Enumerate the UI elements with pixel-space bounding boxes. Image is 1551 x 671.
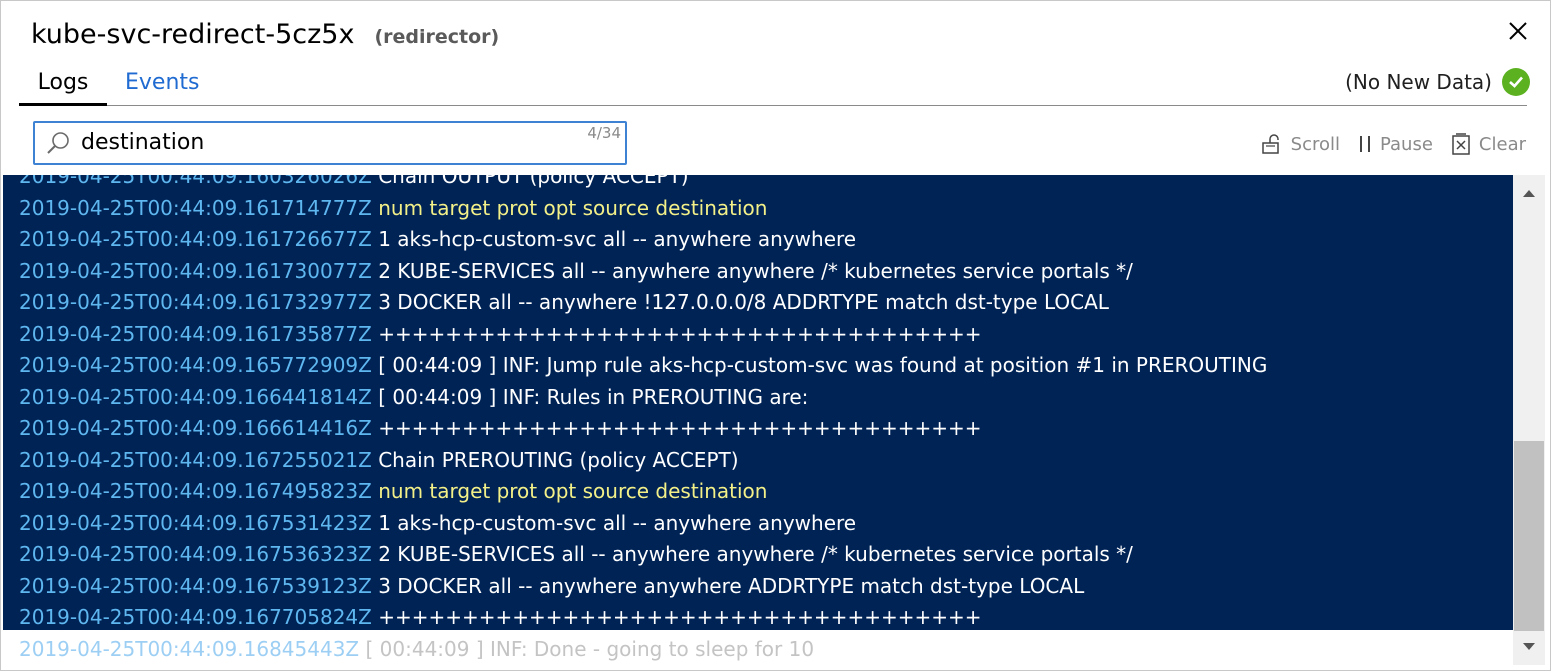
log-line: 2019-04-25T00:44:09.167255021Z Chain PRE…: [19, 445, 1267, 477]
log-timestamp: 2019-04-25T00:44:09.167705824Z: [19, 605, 372, 629]
scroll-up-button[interactable]: [1513, 183, 1545, 203]
log-timestamp: 2019-04-25T00:44:09.167255021Z: [19, 447, 372, 472]
log-message: 2 KUBE-SERVICES all -- anywhere anywhere…: [378, 542, 1133, 566]
log-line: 2019-04-25T00:44:09.167705824Z +++++++++…: [19, 602, 1267, 630]
arrow-down-icon: [1523, 643, 1535, 650]
log-message: [ 00:44:09 ] INF: Rules in PREROUTING ar…: [378, 384, 809, 409]
clear-label: Clear: [1478, 133, 1526, 155]
log-timestamp: 2019-04-25T00:44:09.16845443Z: [19, 637, 360, 661]
log-lines: 2019-04-25T00:44:09.160326026Z Chain OUT…: [19, 175, 1267, 630]
log-timestamp: 2019-04-25T00:44:09.166614416Z: [19, 416, 372, 440]
clear-icon: [1452, 133, 1470, 155]
log-message: Chain OUTPUT (policy ACCEPT): [378, 175, 689, 188]
log-line: 2019-04-25T00:44:09.161726677Z 1 aks-hcp…: [19, 224, 1267, 256]
log-message: Chain PREROUTING (policy ACCEPT): [378, 447, 739, 472]
log-timestamp: 2019-04-25T00:44:09.161730077Z: [19, 258, 372, 283]
search-box: 4/34: [33, 121, 627, 165]
log-timestamp: 2019-04-25T00:44:09.166441814Z: [19, 384, 372, 409]
clear-button[interactable]: Clear: [1451, 132, 1526, 156]
tab-logs[interactable]: Logs: [19, 67, 107, 106]
unlock-icon: [1261, 134, 1279, 154]
log-message: 2 KUBE-SERVICES all -- anywhere anywhere…: [378, 258, 1133, 283]
scroll-down-button[interactable]: [1513, 637, 1545, 657]
log-viewer-window: kube-svc-redirect-5cz5x (redirector) Log…: [0, 0, 1551, 671]
log-line: 2019-04-25T00:44:09.161732977Z 3 DOCKER …: [19, 287, 1267, 319]
log-timestamp: 2019-04-25T00:44:09.167531423Z: [19, 510, 372, 535]
check-circle-icon: [1502, 68, 1530, 96]
log-message: [ 00:44:09 ] INF: Done - going to sleep …: [365, 637, 815, 661]
log-message: 1 aks-hcp-custom-svc all -- anywhere any…: [378, 510, 857, 535]
log-message: ++++++++++++++++++++++++++++++++++++: [378, 321, 982, 346]
log-line-partial: 2019-04-25T00:44:09.16845443Z [ 00:44:09…: [19, 634, 814, 665]
log-line: 2019-04-25T00:44:09.160326026Z Chain OUT…: [19, 175, 1267, 193]
log-line: 2019-04-25T00:44:09.167495823Z num targe…: [19, 476, 1267, 508]
scroll-label: Scroll: [1290, 133, 1340, 155]
log-message: ++++++++++++++++++++++++++++++++++++: [378, 416, 982, 440]
log-message-match: num target prot opt source destination: [378, 195, 768, 220]
window-title: kube-svc-redirect-5cz5x: [31, 19, 355, 50]
search-icon: [47, 132, 69, 154]
log-line: 2019-04-25T00:44:09.165772909Z [ 00:44:0…: [19, 350, 1267, 382]
log-message: 3 DOCKER all -- anywhere !127.0.0.0/8 AD…: [378, 290, 1109, 314]
log-message: [ 00:44:09 ] INF: Jump rule aks-hcp-cust…: [378, 353, 1268, 377]
log-line: 2019-04-25T00:44:09.166614416Z +++++++++…: [19, 413, 1267, 445]
log-timestamp: 2019-04-25T00:44:09.167495823Z: [19, 479, 372, 503]
log-output[interactable]: 2019-04-25T00:44:09.160326026Z Chain OUT…: [3, 175, 1513, 630]
close-icon: [1509, 22, 1527, 40]
arrow-up-icon: [1523, 190, 1535, 197]
title-row: kube-svc-redirect-5cz5x (redirector): [31, 19, 499, 59]
log-scrollbar[interactable]: [1513, 175, 1545, 665]
log-message: ++++++++++++++++++++++++++++++++++++: [378, 605, 982, 629]
scroll-lock-button[interactable]: Scroll: [1261, 133, 1340, 155]
log-toolbar: Scroll Pause Clear: [1261, 129, 1526, 159]
log-timestamp: 2019-04-25T00:44:09.167536323Z: [19, 542, 372, 566]
pause-button[interactable]: Pause: [1358, 134, 1433, 155]
pause-label: Pause: [1379, 133, 1433, 155]
log-timestamp: 2019-04-25T00:44:09.161714777Z: [19, 195, 372, 220]
log-line: 2019-04-25T00:44:09.161730077Z 2 KUBE-SE…: [19, 256, 1267, 288]
log-message: 1 aks-hcp-custom-svc all -- anywhere any…: [378, 227, 857, 251]
log-timestamp: 2019-04-25T00:44:09.160326026Z: [19, 175, 372, 188]
log-timestamp: 2019-04-25T00:44:09.167539123Z: [19, 573, 372, 598]
log-line: 2019-04-25T00:44:09.167539123Z 3 DOCKER …: [19, 571, 1267, 603]
log-timestamp: 2019-04-25T00:44:09.165772909Z: [19, 353, 372, 377]
match-count: 4/34: [587, 124, 621, 142]
log-message: 3 DOCKER all -- anywhere anywhere ADDRTY…: [378, 573, 1085, 598]
window-subtitle: (redirector): [374, 26, 500, 48]
log-message-match: num target prot opt source destination: [378, 479, 768, 503]
scroll-thumb[interactable]: [1514, 441, 1544, 631]
close-button[interactable]: [1506, 19, 1530, 43]
log-timestamp: 2019-04-25T00:44:09.161726677Z: [19, 227, 372, 251]
log-line: 2019-04-25T00:44:09.167531423Z 1 aks-hcp…: [19, 508, 1267, 540]
tab-bar: Logs Events: [19, 67, 1527, 106]
log-timestamp: 2019-04-25T00:44:09.161732977Z: [19, 290, 372, 314]
log-line: 2019-04-25T00:44:09.161714777Z num targe…: [19, 193, 1267, 225]
data-status: (No New Data): [1345, 67, 1530, 97]
log-line: 2019-04-25T00:44:09.167536323Z 2 KUBE-SE…: [19, 539, 1267, 571]
log-line: 2019-04-25T00:44:09.166441814Z [ 00:44:0…: [19, 382, 1267, 414]
status-text: (No New Data): [1345, 70, 1492, 94]
log-timestamp: 2019-04-25T00:44:09.161735877Z: [19, 321, 372, 346]
log-line: 2019-04-25T00:44:09.161735877Z +++++++++…: [19, 319, 1267, 351]
search-input[interactable]: [81, 126, 551, 158]
pause-icon: [1359, 136, 1370, 152]
tab-events[interactable]: Events: [125, 67, 200, 103]
